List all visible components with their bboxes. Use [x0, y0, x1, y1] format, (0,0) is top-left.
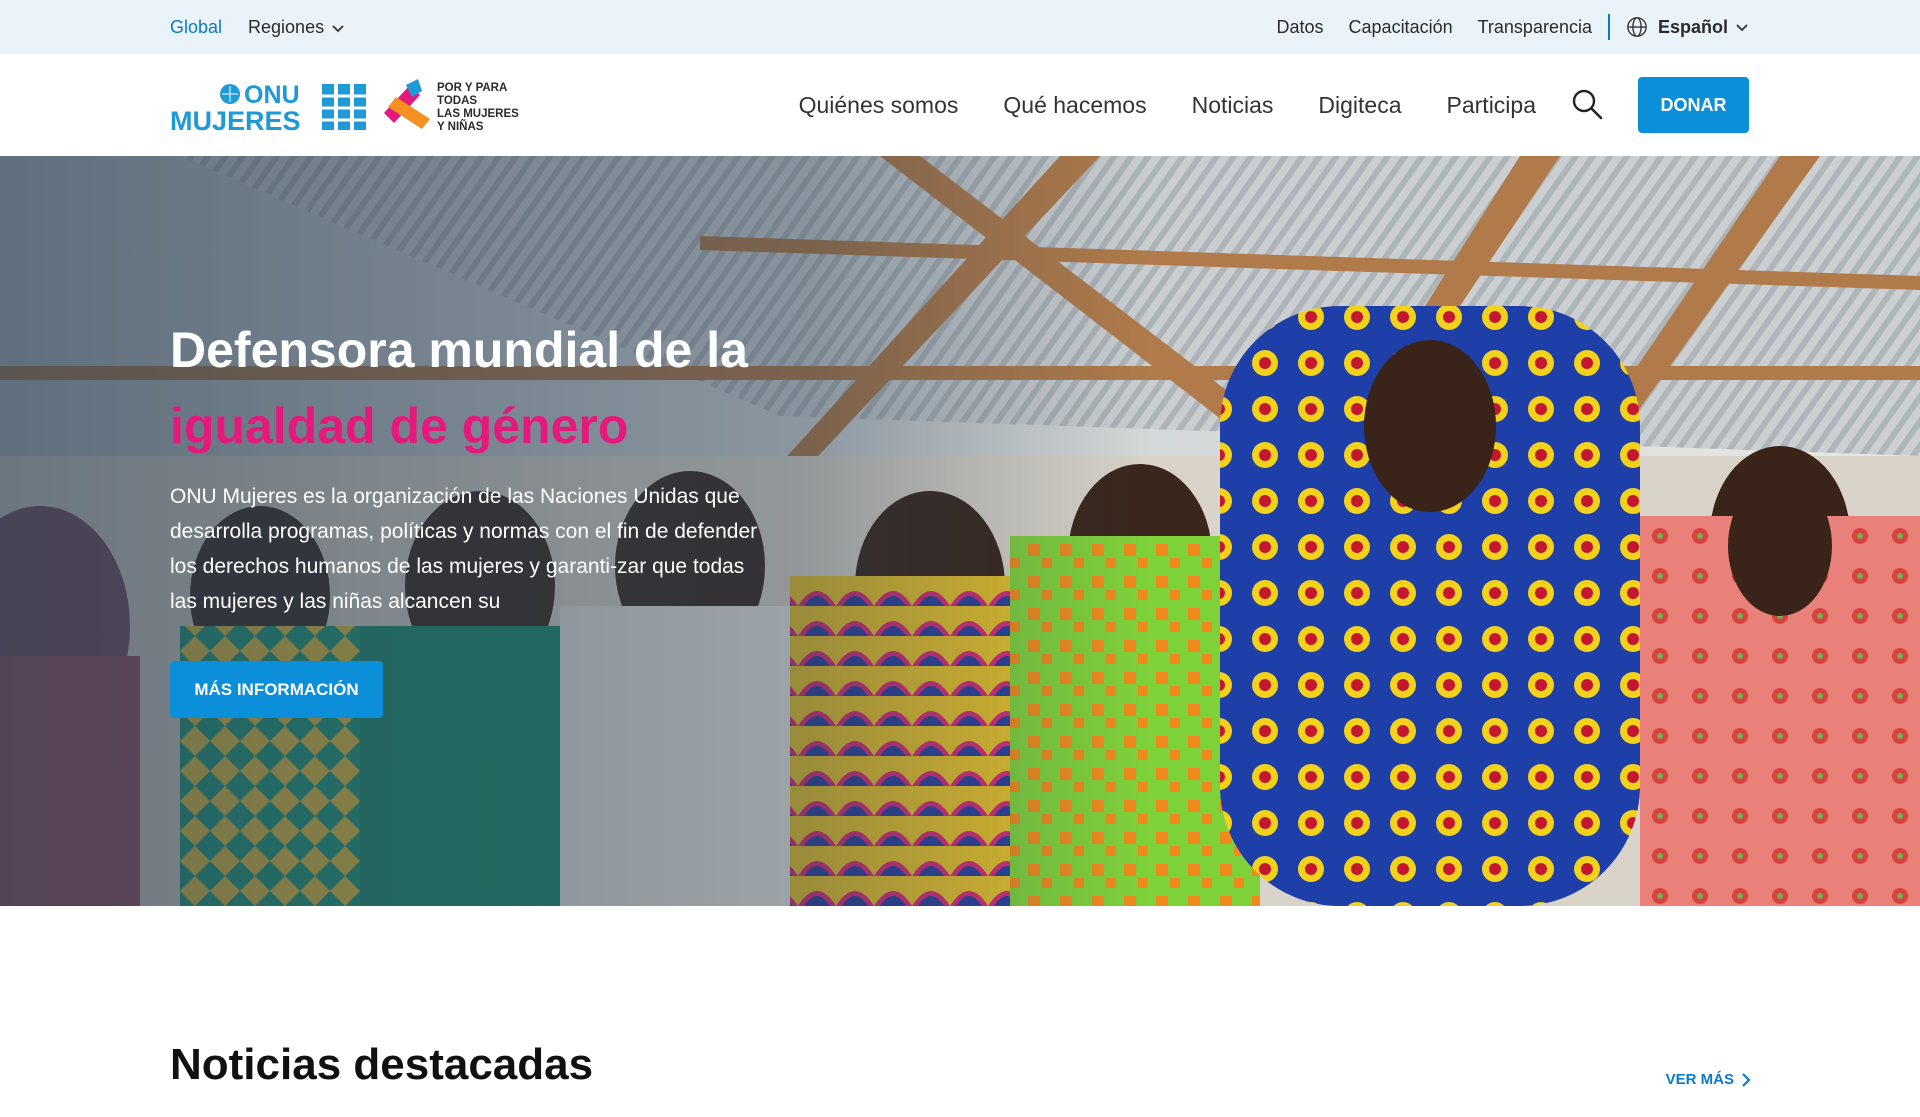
- training-link[interactable]: Capacitación: [1349, 17, 1453, 38]
- more-info-button[interactable]: MÁS INFORMACIÓN: [170, 661, 383, 718]
- language-selector[interactable]: Español: [1626, 16, 1750, 38]
- hero-title: Defensora mundial de la igualdad de géne…: [170, 312, 930, 464]
- hero-title-highlight: igualdad de género: [170, 398, 629, 454]
- data-link[interactable]: Datos: [1277, 17, 1324, 38]
- nav-item-digital-library[interactable]: Digiteca: [1318, 92, 1401, 119]
- utility-divider: [1607, 14, 1610, 40]
- un-women-logo[interactable]: ONU MUJERES: [170, 82, 366, 132]
- svg-text:MUJERES: MUJERES: [170, 106, 301, 132]
- hero-title-line1: Defensora mundial de la: [170, 322, 748, 378]
- global-link[interactable]: Global: [170, 17, 222, 38]
- see-more-link[interactable]: VER MÁS: [1666, 1071, 1752, 1088]
- globe-icon: [1627, 17, 1647, 37]
- featured-news-title: Noticias destacadas: [170, 1040, 594, 1089]
- see-more-label: VER MÁS: [1665, 1071, 1734, 1088]
- hero-description: ONU Mujeres es la organización de las Na…: [170, 485, 758, 613]
- svg-text:TODAS: TODAS: [437, 95, 477, 107]
- svg-text:LAS MUJERES: LAS MUJERES: [437, 108, 519, 120]
- nav-item-about[interactable]: Quiénes somos: [799, 92, 959, 119]
- chevron-down-icon: [1736, 24, 1748, 32]
- utility-bar: Global Regiones Datos Capacitación Trans…: [0, 0, 1920, 54]
- campaign-logo[interactable]: POR Y PARA TODAS LAS MUJERES Y NIÑAS: [382, 75, 532, 139]
- utility-left: Global Regiones: [170, 17, 372, 38]
- transparency-link[interactable]: Transparencia: [1478, 17, 1592, 38]
- hero-banner: Defensora mundial de la igualdad de géne…: [0, 156, 1920, 906]
- nav-item-what-we-do[interactable]: Qué hacemos: [1003, 92, 1146, 119]
- main-nav: Quiénes somos Qué hacemos Noticias Digit…: [754, 54, 1536, 156]
- nav-item-participate[interactable]: Participa: [1447, 92, 1536, 119]
- main-header: ONU MUJERES POR Y PARA TODAS LAS MUJERES…: [0, 54, 1920, 156]
- regions-label: Regiones: [248, 16, 325, 37]
- svg-text:ONU: ONU: [244, 82, 300, 109]
- chevron-right-icon: [1742, 1072, 1751, 1087]
- donate-button[interactable]: DONAR: [1638, 77, 1749, 133]
- svg-text:Y NIÑAS: Y NIÑAS: [437, 120, 484, 133]
- language-label: Español: [1657, 16, 1728, 37]
- utility-inner: Global Regiones Datos Capacitación Trans…: [170, 0, 1750, 54]
- regions-dropdown[interactable]: Regiones: [248, 17, 346, 38]
- chevron-down-icon: [332, 25, 344, 33]
- nav-item-news[interactable]: Noticias: [1192, 92, 1274, 119]
- search-icon[interactable]: [1570, 87, 1604, 121]
- svg-text:POR Y PARA: POR Y PARA: [437, 82, 507, 94]
- utility-right: Datos Capacitación Transparencia Español: [1252, 14, 1751, 40]
